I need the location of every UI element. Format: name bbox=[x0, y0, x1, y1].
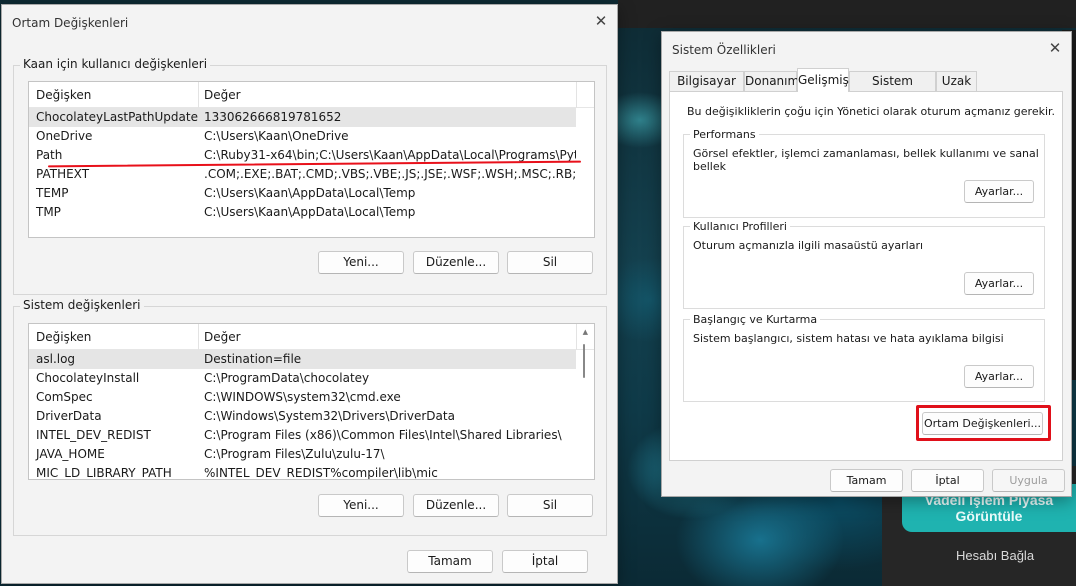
table-row[interactable]: ChocolateyInstall C:\ProgramData\chocolat… bbox=[29, 369, 594, 388]
table-row[interactable]: ChocolateyLastPathUpdate 1330626668197816… bbox=[29, 108, 576, 127]
admin-note: Bu değişikliklerin çoğu için Yönetici ol… bbox=[687, 105, 1056, 118]
table-row[interactable]: PATHEXT .COM;.EXE;.BAT;.CMD;.VBS;.VBE;.JS… bbox=[29, 165, 594, 184]
cancel-button[interactable]: İptal bbox=[502, 550, 588, 573]
startup-recovery-label: Başlangıç ve Kurtarma bbox=[690, 313, 821, 326]
user-profiles-label: Kullanıcı Profilleri bbox=[690, 220, 790, 233]
variable-value: %INTEL_DEV_REDIST%compiler\lib\mic bbox=[204, 466, 438, 480]
variable-value: C:\Ruby31-x64\bin;C:\Users\Kaan\AppData\… bbox=[204, 148, 576, 162]
background-app-topbar bbox=[618, 0, 1076, 28]
performance-settings-button[interactable]: Ayarlar... bbox=[964, 180, 1034, 203]
column-divider[interactable] bbox=[198, 324, 199, 350]
variable-value: .COM;.EXE;.BAT;.CMD;.VBS;.VBE;.JS;.JSE;.… bbox=[204, 167, 576, 181]
variable-name: ChocolateyLastPathUpdate bbox=[36, 110, 198, 124]
table-row[interactable]: TEMP C:\Users\Kaan\AppData\Local\Temp bbox=[29, 184, 594, 203]
variable-name: ComSpec bbox=[36, 390, 93, 404]
system-variables-list[interactable]: Değişken Değer asl.log Destination=file Ch… bbox=[28, 323, 595, 480]
user-edit-button[interactable]: Düzenle... bbox=[413, 251, 499, 274]
vertical-scrollbar-thumb[interactable] bbox=[583, 344, 585, 378]
variable-name: ChocolateyInstall bbox=[36, 371, 140, 385]
tab-hardware[interactable]: Donanım bbox=[744, 71, 799, 91]
variable-value: C:\Windows\System32\Drivers\DriverData bbox=[204, 409, 455, 423]
variable-value: C:\Users\Kaan\OneDrive bbox=[204, 129, 349, 143]
column-header-name[interactable]: Değişken bbox=[36, 330, 91, 344]
ok-button[interactable]: Tamam bbox=[407, 550, 493, 573]
annotation-highlight-box bbox=[916, 405, 1051, 441]
tab-remote[interactable]: Uzak bbox=[936, 71, 977, 91]
performance-label: Performans bbox=[690, 128, 759, 141]
variable-value: C:\ProgramData\chocolatey bbox=[204, 371, 370, 385]
window-title: Ortam Değişkenleri bbox=[12, 16, 129, 30]
variable-value: C:\Users\Kaan\AppData\Local\Temp bbox=[204, 205, 416, 219]
list-header: Değişken Değer bbox=[29, 82, 594, 108]
column-divider[interactable] bbox=[576, 324, 577, 350]
tab-computer-name[interactable]: Bilgisayar Adı bbox=[669, 71, 744, 106]
table-row[interactable]: TMP C:\Users\Kaan\AppData\Local\Temp bbox=[29, 203, 594, 222]
close-icon[interactable]: ✕ bbox=[593, 13, 609, 29]
column-header-value[interactable]: Değer bbox=[204, 88, 241, 102]
table-row[interactable]: ComSpec C:\WINDOWS\system32\cmd.exe bbox=[29, 388, 594, 407]
titlebar: Sistem Özellikleri ✕ bbox=[662, 32, 1071, 62]
variable-name: JAVA_HOME bbox=[36, 447, 105, 461]
variable-value: Destination=file bbox=[204, 352, 302, 366]
list-header: Değişken Değer bbox=[29, 324, 594, 350]
scroll-up-icon[interactable]: ▲ bbox=[583, 328, 588, 336]
user-variables-label: Kaan için kullanıcı değişkenleri bbox=[20, 57, 211, 71]
system-variables-label: Sistem değişkenleri bbox=[20, 298, 144, 312]
table-row[interactable]: asl.log Destination=file bbox=[29, 350, 576, 369]
variable-name: OneDrive bbox=[36, 129, 93, 143]
environment-variables-dialog: Ortam Değişkenleri ✕ Kaan için kullanıcı… bbox=[1, 4, 618, 584]
system-edit-button[interactable]: Düzenle... bbox=[413, 494, 499, 517]
system-new-button[interactable]: Yeni... bbox=[318, 494, 404, 517]
column-divider[interactable] bbox=[198, 82, 199, 108]
titlebar: Ortam Değişkenleri ✕ bbox=[2, 5, 617, 35]
variable-name: PATHEXT bbox=[36, 167, 90, 181]
performance-description: Görsel efektler, işlemci zamanlaması, be… bbox=[693, 147, 1039, 173]
system-rows: asl.log Destination=file ChocolateyInstall… bbox=[29, 350, 594, 480]
column-header-name[interactable]: Değişken bbox=[36, 88, 91, 102]
table-row[interactable]: OneDrive C:\Users\Kaan\OneDrive bbox=[29, 127, 594, 146]
variable-value: C:\Program Files\Zulu\zulu-17\ bbox=[204, 447, 385, 461]
table-row[interactable]: JAVA_HOME C:\Program Files\Zulu\zulu-17\ bbox=[29, 445, 594, 464]
sys-apply-button[interactable]: Uygula bbox=[992, 469, 1065, 492]
advanced-tab-panel: Bu değişikliklerin çoğu için Yönetici ol… bbox=[669, 91, 1063, 461]
startup-recovery-description: Sistem başlangıcı, sistem hatası ve hata… bbox=[693, 332, 1004, 345]
user-profiles-settings-button[interactable]: Ayarlar... bbox=[964, 272, 1034, 295]
variable-name: INTEL_DEV_REDIST bbox=[36, 428, 151, 442]
tab-system-protection[interactable]: Sistem Koruması bbox=[849, 71, 936, 106]
window-title: Sistem Özellikleri bbox=[672, 43, 776, 57]
sys-ok-button[interactable]: Tamam bbox=[830, 469, 903, 492]
user-variables-list[interactable]: Değişken Değer ChocolateyLastPathUpdate 1… bbox=[28, 81, 595, 238]
tab-advanced[interactable]: Gelişmiş bbox=[797, 68, 849, 92]
table-row[interactable]: INTEL_DEV_REDIST C:\Program Files (x86)\C… bbox=[29, 426, 594, 445]
promo-line-2: Görüntüle bbox=[955, 508, 1023, 524]
variable-name: DriverData bbox=[36, 409, 102, 423]
variable-value: C:\Program Files (x86)\Common Files\Inte… bbox=[204, 428, 562, 442]
variable-name: Path bbox=[36, 148, 63, 162]
variable-name: MIC_LD_LIBRARY_PATH bbox=[36, 466, 172, 480]
column-divider[interactable] bbox=[576, 82, 577, 108]
close-icon[interactable]: ✕ bbox=[1047, 40, 1063, 56]
table-row[interactable]: DriverData C:\Windows\System32\Drivers\Dr… bbox=[29, 407, 594, 426]
variable-name: TEMP bbox=[36, 186, 69, 200]
column-header-value[interactable]: Değer bbox=[204, 330, 241, 344]
variable-name: asl.log bbox=[36, 352, 76, 366]
table-row[interactable]: MIC_LD_LIBRARY_PATH %INTEL_DEV_REDIST%com… bbox=[29, 464, 594, 480]
user-profiles-description: Oturum açmanızla ilgili masaüstü ayarlar… bbox=[693, 239, 924, 252]
variable-name: TMP bbox=[36, 205, 61, 219]
startup-recovery-settings-button[interactable]: Ayarlar... bbox=[964, 365, 1034, 388]
user-new-button[interactable]: Yeni... bbox=[318, 251, 404, 274]
user-delete-button[interactable]: Sil bbox=[507, 251, 593, 274]
connect-account-link[interactable]: Hesabı Bağla bbox=[956, 548, 1034, 563]
variable-value: 133062666819781652 bbox=[204, 110, 342, 124]
sys-cancel-button[interactable]: İptal bbox=[911, 469, 984, 492]
variable-value: C:\WINDOWS\system32\cmd.exe bbox=[204, 390, 401, 404]
variable-value: C:\Users\Kaan\AppData\Local\Temp bbox=[204, 186, 416, 200]
system-delete-button[interactable]: Sil bbox=[507, 494, 593, 517]
